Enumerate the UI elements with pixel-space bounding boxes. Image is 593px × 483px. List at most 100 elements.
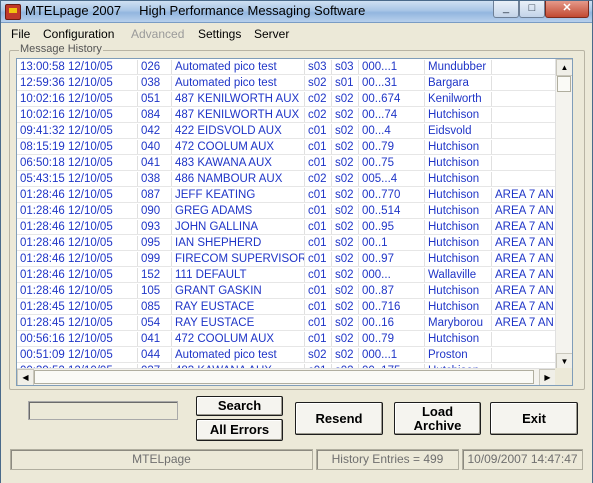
cell-dst: s02: [332, 156, 359, 170]
table-row[interactable]: 06:50:18 12/10/05 041 483 KAWANA AUX c01 s02…: [17, 155, 556, 171]
cell-id: 099: [138, 252, 172, 266]
minimize-button[interactable]: _: [493, 1, 519, 18]
cell-time: 01:28:46 12/10/05: [17, 204, 138, 218]
cell-capcode: 005...4: [359, 172, 425, 186]
table-row[interactable]: 01:28:46 12/10/05 090 GREG ADAMS c01 s02 00..…: [17, 203, 556, 219]
cell-src: s02: [305, 348, 332, 362]
cell-dst: s02: [332, 140, 359, 154]
cell-name: GREG ADAMS: [172, 204, 305, 218]
cell-name: RAY EUSTACE: [172, 300, 305, 314]
search-button[interactable]: Search: [196, 396, 283, 416]
menu-settings[interactable]: Settings: [198, 27, 241, 41]
cell-name: JEFF KEATING: [172, 188, 305, 202]
cell-name: Automated pico test: [172, 60, 305, 74]
table-row[interactable]: 01:28:46 12/10/05 152 111 DEFAULT c01 s02 000…: [17, 267, 556, 283]
menu-advanced: Advanced: [131, 27, 185, 41]
cell-id: 105: [138, 284, 172, 298]
cell-group: AREA 7 AN: [495, 301, 554, 313]
maximize-button[interactable]: □: [519, 1, 545, 18]
cell-src: c01: [305, 300, 332, 314]
cell-time: 13:00:58 12/10/05: [17, 60, 138, 74]
cell-location: Mundubber: [425, 60, 492, 74]
cell-src: c01: [305, 332, 332, 346]
cell-dst: s03: [332, 60, 359, 74]
cell-src: c01: [305, 140, 332, 154]
cell-time: 01:28:45 12/10/05: [17, 300, 138, 314]
all-errors-button[interactable]: All Errors: [196, 419, 283, 441]
exit-button[interactable]: Exit: [490, 402, 578, 435]
vertical-scrollbar[interactable]: ▲ ▼: [555, 59, 572, 370]
cell-capcode: 00..16: [359, 316, 425, 330]
load-archive-button[interactable]: Load Archive: [394, 402, 481, 435]
cell-src: c01: [305, 188, 332, 202]
cell-dst: s01: [332, 76, 359, 90]
cell-group: [492, 348, 556, 362]
table-row[interactable]: 10:02:16 12/10/05 051 487 KENILWORTH AUX c0…: [17, 91, 556, 107]
cell-dst: s02: [332, 348, 359, 362]
table-row[interactable]: 00:51:09 12/10/05 044 Automated pico test s…: [17, 347, 556, 363]
table-row[interactable]: 09:41:32 12/10/05 042 422 EIDSVOLD AUX c01 s…: [17, 123, 556, 139]
scroll-up-icon[interactable]: ▲: [556, 59, 572, 76]
scroll-left-icon[interactable]: ◀: [17, 369, 34, 385]
table-row[interactable]: 01:28:46 12/10/05 099 FIRECOM SUPERVISOR c0…: [17, 251, 556, 267]
menu-file[interactable]: File: [11, 27, 30, 41]
cell-id: 040: [138, 140, 172, 154]
cell-location: Proston: [425, 348, 492, 362]
cell-time: 00:56:16 12/10/05: [17, 332, 138, 346]
resend-button[interactable]: Resend: [295, 402, 383, 435]
cell-src: c02: [305, 108, 332, 122]
scroll-right-icon[interactable]: ▶: [539, 369, 556, 385]
cell-time: 05:43:15 12/10/05: [17, 172, 138, 186]
table-row[interactable]: 10:02:16 12/10/05 084 487 KENILWORTH AUX c0…: [17, 107, 556, 123]
message-history-list[interactable]: 13:00:58 12/10/05 026 Automated pico test s…: [16, 58, 573, 386]
cell-time: 01:28:46 12/10/05: [17, 284, 138, 298]
cell-name: 487 KENILWORTH AUX: [172, 108, 305, 122]
menu-configuration[interactable]: Configuration: [43, 27, 114, 41]
cell-group: [492, 108, 556, 122]
menu-bar: File Configuration Advanced Settings Ser…: [1, 24, 592, 43]
table-row[interactable]: 05:43:15 12/10/05 038 486 NAMBOUR AUX c02 s0…: [17, 171, 556, 187]
cell-capcode: 000...: [359, 268, 425, 282]
table-row[interactable]: 13:00:58 12/10/05 026 Automated pico test s…: [17, 59, 556, 75]
cell-dst: s02: [332, 332, 359, 346]
table-row[interactable]: 12:59:36 12/10/05 038 Automated pico test s…: [17, 75, 556, 91]
cell-dst: s02: [332, 172, 359, 186]
cell-location: Hutchison: [425, 236, 492, 250]
cell-location: Hutchison: [425, 156, 492, 170]
cell-id: 152: [138, 268, 172, 282]
table-row[interactable]: 01:28:46 12/10/05 105 GRANT GASKIN c01 s02 00…: [17, 283, 556, 299]
app-icon[interactable]: [5, 4, 21, 20]
menu-server[interactable]: Server: [254, 27, 289, 41]
cell-location: Eidsvold: [425, 124, 492, 138]
cell-id: 095: [138, 236, 172, 250]
status-timestamp: 10/09/2007 14:47:47: [462, 449, 583, 470]
cell-capcode: 00..97: [359, 252, 425, 266]
cell-id: 090: [138, 204, 172, 218]
title-bar[interactable]: MTELpage 2007 High Performance Messaging…: [1, 1, 592, 23]
horizontal-scroll-thumb[interactable]: [34, 370, 534, 384]
table-row[interactable]: 01:28:46 12/10/05 093 JOHN GALLINA c01 s02 00…: [17, 219, 556, 235]
table-row[interactable]: 08:15:19 12/10/05 040 472 COOLUM AUX c01 s02…: [17, 139, 556, 155]
cell-id: 041: [138, 332, 172, 346]
cell-group: [492, 172, 556, 186]
close-button[interactable]: ✕: [545, 1, 589, 18]
cell-name: GRANT GASKIN: [172, 284, 305, 298]
cell-name: Automated pico test: [172, 76, 305, 90]
table-row[interactable]: 00:56:16 12/10/05 041 472 COOLUM AUX c01 s02…: [17, 331, 556, 347]
vertical-scroll-thumb[interactable]: [557, 76, 571, 92]
cell-time: 10:02:16 12/10/05: [17, 108, 138, 122]
search-input[interactable]: [28, 401, 178, 420]
cell-location: Hutchison: [425, 140, 492, 154]
table-row[interactable]: 01:28:46 12/10/05 087 JEFF KEATING c01 s02 00…: [17, 187, 556, 203]
cell-capcode: 00..1: [359, 236, 425, 250]
table-row[interactable]: 01:28:45 12/10/05 085 RAY EUSTACE c01 s02 00.…: [17, 299, 556, 315]
cell-time: 12:59:36 12/10/05: [17, 76, 138, 90]
table-row[interactable]: 01:28:46 12/10/05 095 IAN SHEPHERD c01 s02 00…: [17, 235, 556, 251]
cell-location: Hutchison: [425, 172, 492, 186]
horizontal-scrollbar[interactable]: ◀ ▶: [17, 368, 556, 385]
table-row[interactable]: 01:28:45 12/10/05 054 RAY EUSTACE c01 s02 00.…: [17, 315, 556, 331]
cell-time: 01:28:46 12/10/05: [17, 252, 138, 266]
cell-capcode: 00..674: [359, 92, 425, 106]
cell-dst: s02: [332, 108, 359, 122]
cell-capcode: 00..514: [359, 204, 425, 218]
